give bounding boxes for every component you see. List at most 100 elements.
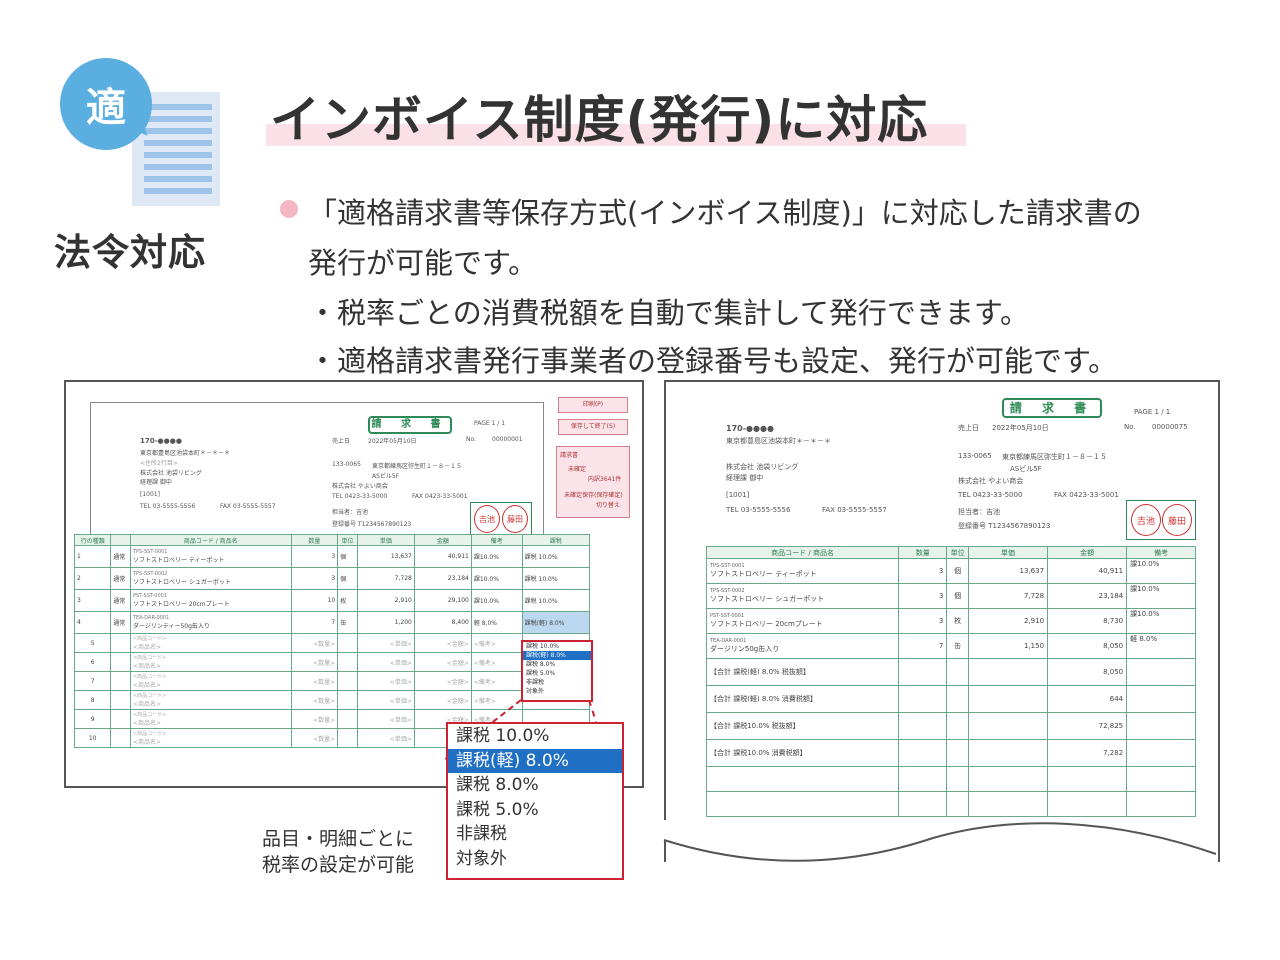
form-item-row[interactable]: 3 通常 PST-SST-0001 ソフトストロベリー 20cmプレート 10 枚 2,91… (73, 589, 591, 612)
price-cell[interactable]: <単価> (356, 709, 415, 729)
tax-option-small[interactable]: 対象外 (523, 687, 591, 696)
product-cell[interactable]: TEA-DAR-0001 ダージリンティー50g缶入り (129, 611, 292, 634)
product-cell[interactable]: <商品コード> <商品名> (129, 690, 292, 710)
print-button[interactable]: 印刷(P) (558, 397, 628, 413)
save-and-exit-button[interactable]: 保存して終了(S) (558, 419, 628, 435)
row-type-select[interactable]: 通常 (110, 589, 131, 612)
product-cell[interactable]: PST-SST-0001 ソフトストロベリー 20cmプレート (129, 589, 292, 612)
price-cell[interactable]: 1,200 (356, 611, 415, 634)
note-cell[interactable]: 課10.0% (470, 567, 523, 590)
tax-rate-dropdown[interactable]: 課税 10.0% 課税(軽) 8.0% 課税 8.0% 課税 5.0% 非課税 対象外 (446, 722, 624, 880)
row-type-select[interactable] (110, 728, 131, 748)
product-cell[interactable]: <商品コード> <商品名> (129, 652, 292, 672)
row-type-select[interactable] (110, 652, 131, 672)
amount-cell[interactable]: <金額> (413, 671, 472, 691)
note-cell[interactable]: 課10.0% (470, 545, 523, 568)
note-cell[interactable]: <備考> (470, 633, 523, 653)
unit-cell[interactable] (337, 671, 358, 691)
tax-option[interactable]: 課税(軽) 8.0% (448, 748, 622, 773)
tax-select[interactable]: 課税 10.0% (521, 545, 591, 568)
qty-cell[interactable]: <数量> (290, 633, 339, 653)
price-cell[interactable]: <単価> (356, 633, 415, 653)
tax-option-small[interactable]: 課税 5.0% (523, 669, 591, 678)
amount-cell[interactable]: 29,100 (413, 589, 472, 612)
product-cell[interactable]: <商品コード> <商品名> (129, 671, 292, 691)
inv-price-cell: 2,910 (967, 608, 1049, 634)
unit-cell[interactable] (337, 709, 358, 729)
tax-option[interactable]: 課税 8.0% (448, 773, 622, 798)
row-type-select[interactable] (110, 633, 131, 653)
row-type-select[interactable] (110, 709, 131, 729)
qty-cell[interactable]: <数量> (290, 709, 339, 729)
row-type-select[interactable]: 通常 (110, 611, 131, 634)
qty-cell[interactable]: 7 (290, 611, 339, 634)
empty-cell (946, 739, 969, 767)
amount-cell[interactable]: <金額> (413, 652, 472, 672)
amount-cell[interactable]: 8,400 (413, 611, 472, 634)
tax-option-small[interactable]: 課税(軽) 8.0% (523, 651, 591, 660)
tax-select[interactable]: 課税 10.0% (521, 589, 591, 612)
qty-cell[interactable]: <数量> (290, 652, 339, 672)
unit-cell[interactable] (337, 633, 358, 653)
qty-cell[interactable]: <数量> (290, 728, 339, 748)
product-cell[interactable]: <商品コード> <商品名> (129, 728, 292, 748)
qty-cell[interactable]: <数量> (290, 671, 339, 691)
tax-option[interactable]: 非課税 (448, 822, 622, 847)
row-type-select[interactable]: 通常 (110, 545, 131, 568)
qty-cell[interactable]: 3 (290, 567, 339, 590)
price-cell[interactable]: 7,728 (356, 567, 415, 590)
note-cell[interactable]: <備考> (470, 652, 523, 672)
qty-cell[interactable]: 3 (290, 545, 339, 568)
form-date[interactable]: 2022年05月10日 (368, 436, 417, 445)
product-cell[interactable]: <商品コード> <商品名> (129, 709, 292, 729)
tax-option-small[interactable]: 課税 10.0% (523, 642, 591, 651)
price-cell[interactable]: <単価> (356, 690, 415, 710)
price-cell[interactable]: <単価> (356, 671, 415, 691)
tax-option[interactable]: 課税 5.0% (448, 798, 622, 823)
amount-cell[interactable]: <金額> (413, 633, 472, 653)
unit-cell[interactable]: 個 (337, 567, 358, 590)
tax-rate-dropdown-small[interactable]: 課税 10.0% 課税(軽) 8.0% 課税 8.0% 課税 5.0% 非課税 対象外 (521, 640, 593, 702)
price-cell[interactable]: <単価> (356, 652, 415, 672)
amount-cell[interactable]: <金額> (413, 690, 472, 710)
row-type-select[interactable]: 通常 (110, 567, 131, 590)
amount-cell[interactable]: 23,184 (413, 567, 472, 590)
note-cell[interactable]: <備考> (470, 690, 523, 710)
form-empty-row[interactable]: 5 <商品コード> <商品名> <数量> <単価> <金額> <備考> (73, 633, 591, 653)
note-cell[interactable]: 軽 8.0% (470, 611, 523, 634)
product-cell[interactable]: TPS-SST-0002 ソフトストロベリー シュガーポット (129, 567, 292, 590)
inv-note-cell: 課10.0% (1126, 583, 1196, 609)
status-box-line-4[interactable]: 切り替え (596, 500, 620, 509)
form-item-row[interactable]: 1 通常 TPS-SST-0001 ソフトストロベリー ティーポット 3 個 13,637 4… (73, 545, 591, 568)
row-number: 10 (73, 728, 112, 748)
tax-select[interactable]: 課税 10.0% (521, 567, 591, 590)
invoice-stamp-2: 藤田 (1162, 504, 1192, 536)
form-empty-row[interactable]: 6 <商品コード> <商品名> <数量> <単価> <金額> <備考> (73, 652, 591, 672)
product-cell[interactable]: <商品コード> <商品名> (129, 633, 292, 653)
qty-cell[interactable]: <数量> (290, 690, 339, 710)
unit-cell[interactable] (337, 652, 358, 672)
price-cell[interactable]: 2,910 (356, 589, 415, 612)
tax-option[interactable]: 課税 10.0% (448, 724, 622, 749)
tax-option[interactable]: 対象外 (448, 847, 622, 872)
row-type-select[interactable] (110, 690, 131, 710)
note-cell[interactable]: <備考> (470, 671, 523, 691)
row-type-select[interactable] (110, 671, 131, 691)
note-cell[interactable]: 課10.0% (470, 589, 523, 612)
unit-cell[interactable]: 缶 (337, 611, 358, 634)
tax-option-small[interactable]: 非課税 (523, 678, 591, 687)
form-item-row[interactable]: 4 通常 TEA-DAR-0001 ダージリンティー50g缶入り 7 缶 1,200 8,40… (73, 611, 591, 634)
price-cell[interactable]: <単価> (356, 728, 415, 748)
qty-cell[interactable]: 10 (290, 589, 339, 612)
tax-option-small[interactable]: 課税 8.0% (523, 660, 591, 669)
tax-select[interactable]: 課税(軽) 8.0% (521, 611, 591, 634)
amount-cell[interactable]: 40,911 (413, 545, 472, 568)
unit-cell[interactable] (337, 728, 358, 748)
unit-cell[interactable] (337, 690, 358, 710)
product-cell[interactable]: TPS-SST-0001 ソフトストロベリー ティーポット (129, 545, 292, 568)
unit-cell[interactable]: 個 (337, 545, 358, 568)
form-item-row[interactable]: 2 通常 TPS-SST-0002 ソフトストロベリー シュガーポット 3 個 7,728 2… (73, 567, 591, 590)
unit-cell[interactable]: 枚 (337, 589, 358, 612)
price-cell[interactable]: 13,637 (356, 545, 415, 568)
form-empty-row[interactable]: 7 <商品コード> <商品名> <数量> <単価> <金額> <備考> (73, 671, 591, 691)
